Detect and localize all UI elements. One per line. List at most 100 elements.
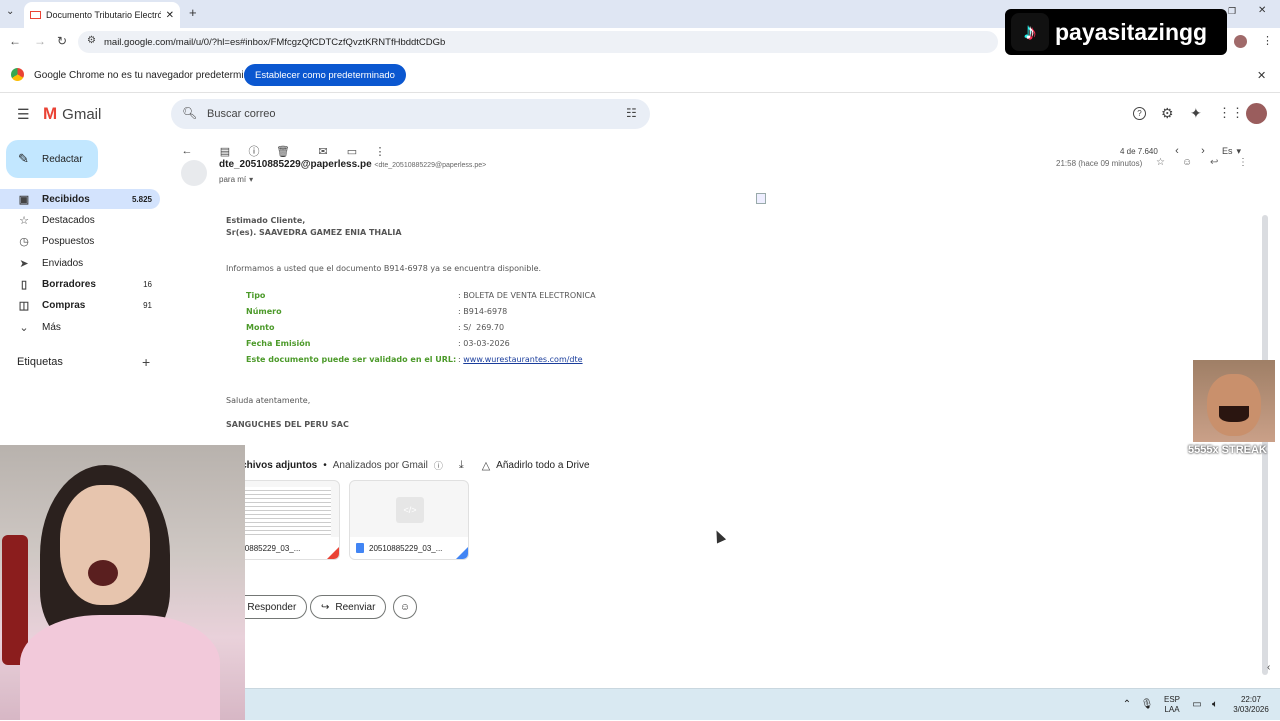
star-icon: ☆ bbox=[19, 214, 29, 227]
closing-text: Saluda atentamente, bbox=[226, 396, 311, 405]
add-label-icon[interactable]: + bbox=[142, 354, 150, 370]
tab-close-icon[interactable]: ✕ bbox=[166, 10, 174, 21]
input-language[interactable]: ESP LAA bbox=[1161, 689, 1183, 721]
pager-text: 4 de 7.640 bbox=[1120, 147, 1158, 156]
volume-icon[interactable]: 🔈︎ bbox=[1207, 689, 1223, 721]
newer-icon[interactable]: ‹ bbox=[1170, 144, 1184, 158]
forward-label: Reenviar bbox=[335, 601, 376, 613]
sidebar-item-recibidos[interactable]: ▣ Recibidos 5.825 bbox=[0, 189, 160, 209]
apps-grid-icon[interactable]: ⋮⋮ bbox=[1218, 105, 1244, 121]
microphone-icon[interactable]: 🎙︎ bbox=[1139, 689, 1155, 721]
account-avatar[interactable] bbox=[1246, 103, 1267, 124]
set-default-button[interactable]: Establecer como predeterminado bbox=[244, 64, 406, 86]
webcam-mouth bbox=[88, 560, 118, 586]
compose-button[interactable]: ✎ Redactar bbox=[6, 140, 98, 178]
back-icon[interactable]: ← bbox=[9, 34, 21, 48]
infobar-text: Google Chrome no es tu navegador predete… bbox=[34, 70, 266, 81]
purchases-count: 91 bbox=[143, 300, 152, 310]
webcam-face bbox=[60, 485, 150, 605]
sender-name[interactable]: dte_20510885229@paperless.pe bbox=[219, 159, 372, 169]
reload-icon[interactable]: ↻ bbox=[57, 34, 67, 48]
new-tab-button[interactable]: + bbox=[189, 5, 197, 20]
sidebar-item-enviados[interactable]: ➤ Enviados bbox=[0, 253, 160, 273]
gmail-favicon-icon bbox=[30, 11, 41, 19]
search-options-icon[interactable]: ☷ bbox=[626, 106, 637, 120]
infobar-close-icon[interactable]: ✕ bbox=[1257, 69, 1266, 82]
site-info-icon[interactable]: ⚙ bbox=[87, 35, 96, 46]
forward-icon[interactable]: → bbox=[34, 34, 46, 48]
browser-menu-icon[interactable]: ⋮ bbox=[1262, 34, 1273, 47]
sender-email: <dte_20510885229@paperless.pe> bbox=[374, 162, 487, 169]
sidebar-item-pospuestos[interactable]: ◷ Pospuestos bbox=[0, 231, 160, 251]
recipient-label: para mí bbox=[219, 175, 247, 184]
sidebar-item-label: Destacados bbox=[42, 214, 95, 226]
sidebar-item-label: Borradores bbox=[42, 278, 96, 290]
recipient-line[interactable]: para mí ▾ bbox=[219, 175, 253, 184]
emoji-react-icon[interactable]: ☺ bbox=[1182, 157, 1192, 167]
address-bar[interactable]: ⚙ mail.google.com/mail/u/0/?hl=es#inbox/… bbox=[78, 31, 998, 53]
mark-unread-icon[interactable]: ✉ bbox=[316, 144, 330, 158]
back-to-inbox-icon[interactable]: ← bbox=[180, 144, 194, 158]
pencil-icon: ✎ bbox=[18, 151, 29, 166]
delete-icon[interactable]: 🗑︎ bbox=[276, 144, 290, 158]
language-selector[interactable]: Es ▾ bbox=[1222, 146, 1241, 157]
close-window-icon[interactable]: ✕ bbox=[1258, 5, 1266, 16]
field-value-numero: : B914-6978 bbox=[458, 307, 508, 316]
emoji-button[interactable]: ☺ bbox=[393, 595, 417, 619]
add-to-drive-link[interactable]: Añadirlo todo a Drive bbox=[496, 460, 589, 471]
info-icon[interactable]: ⓘ bbox=[434, 459, 443, 472]
search-bar[interactable]: 🔍︎ Buscar correo ☷ bbox=[171, 99, 650, 129]
field-value: 03-03-2026 bbox=[463, 339, 510, 348]
compose-label: Redactar bbox=[42, 153, 83, 165]
language-label: Es bbox=[1222, 146, 1233, 156]
restore-icon[interactable]: ❐ bbox=[1228, 6, 1236, 17]
search-icon[interactable]: 🔍︎ bbox=[182, 106, 197, 120]
reply-label: Responder bbox=[247, 601, 297, 613]
more-options-icon[interactable]: ⋮ bbox=[373, 144, 387, 158]
smiley-icon: ☺ bbox=[399, 601, 411, 613]
field-value-tipo: : BOLETA DE VENTA ELECTRONICA bbox=[458, 291, 596, 300]
clock[interactable]: 22:07 3/03/2026 bbox=[1227, 689, 1275, 721]
drive-icon[interactable]: △ bbox=[482, 459, 490, 472]
network-icon[interactable]: ▭ bbox=[1189, 689, 1205, 721]
attachment-xml[interactable]: </> 20510885229_03_... bbox=[349, 480, 469, 560]
sidebar-item-compras[interactable]: ◫ Compras 91 bbox=[0, 295, 160, 315]
webcam-body bbox=[20, 615, 220, 720]
message-more-icon[interactable]: ⋮ bbox=[1238, 157, 1248, 167]
older-icon[interactable]: › bbox=[1196, 144, 1210, 158]
tray-chevron-icon[interactable]: ⌃ bbox=[1119, 689, 1135, 721]
download-all-icon[interactable]: ⤓ bbox=[459, 459, 464, 472]
tab-search-icon[interactable]: ⌄ bbox=[6, 6, 14, 17]
details-caret-icon: ▾ bbox=[249, 175, 254, 184]
sidebar-item-destacados[interactable]: ☆ Destacados bbox=[0, 210, 160, 230]
sender-line: dte_20510885229@paperless.pe <dte_205108… bbox=[219, 159, 486, 169]
move-to-icon[interactable]: ▭ bbox=[345, 144, 359, 158]
sidebar-item-borradores[interactable]: ▯ Borradores 16 bbox=[0, 274, 160, 294]
unread-count: 5.825 bbox=[131, 194, 152, 204]
clock-time: 22:07 bbox=[1240, 695, 1262, 704]
report-spam-icon[interactable]: ⓘ bbox=[247, 144, 261, 158]
doc-corner-icon bbox=[456, 547, 468, 559]
validation-link[interactable]: www.wurestaurantes.com/dte bbox=[463, 355, 582, 364]
forward-button[interactable]: ↪ Reenviar bbox=[310, 595, 387, 619]
field-label-tipo: Tipo bbox=[246, 291, 266, 300]
message-time: 21:58 (hace 09 minutos) bbox=[1056, 159, 1143, 168]
gemini-icon[interactable]: ✦ bbox=[1190, 105, 1202, 122]
archive-icon[interactable]: ▤ bbox=[218, 144, 232, 158]
main-menu-icon[interactable]: ☰ bbox=[17, 106, 30, 123]
side-panel-toggle-icon[interactable]: ‹ bbox=[1267, 662, 1270, 673]
chrome-logo-icon bbox=[11, 68, 24, 81]
attachments-bar: Archivos adjuntos • Analizados por Gmail… bbox=[230, 459, 590, 472]
star-message-icon[interactable]: ☆ bbox=[1156, 157, 1165, 167]
profile-avatar[interactable] bbox=[1234, 35, 1247, 48]
url-value-row: : www.wurestaurantes.com/dte bbox=[458, 355, 583, 364]
gmail-logo[interactable]: M Gmail bbox=[43, 104, 101, 124]
support-icon[interactable]: ? bbox=[1133, 107, 1146, 120]
reply-header-icon[interactable]: ↩ bbox=[1210, 157, 1218, 167]
browser-tab[interactable]: Documento Tributario Electrónico ✕ bbox=[24, 2, 180, 28]
caret-down-icon: ▾ bbox=[1236, 146, 1242, 156]
settings-gear-icon[interactable]: ⚙ bbox=[1161, 105, 1174, 122]
field-label-numero: Número bbox=[246, 307, 282, 316]
sidebar-item-mas[interactable]: ⌄ Más bbox=[0, 317, 160, 337]
field-value: BOLETA DE VENTA ELECTRONICA bbox=[463, 291, 596, 300]
